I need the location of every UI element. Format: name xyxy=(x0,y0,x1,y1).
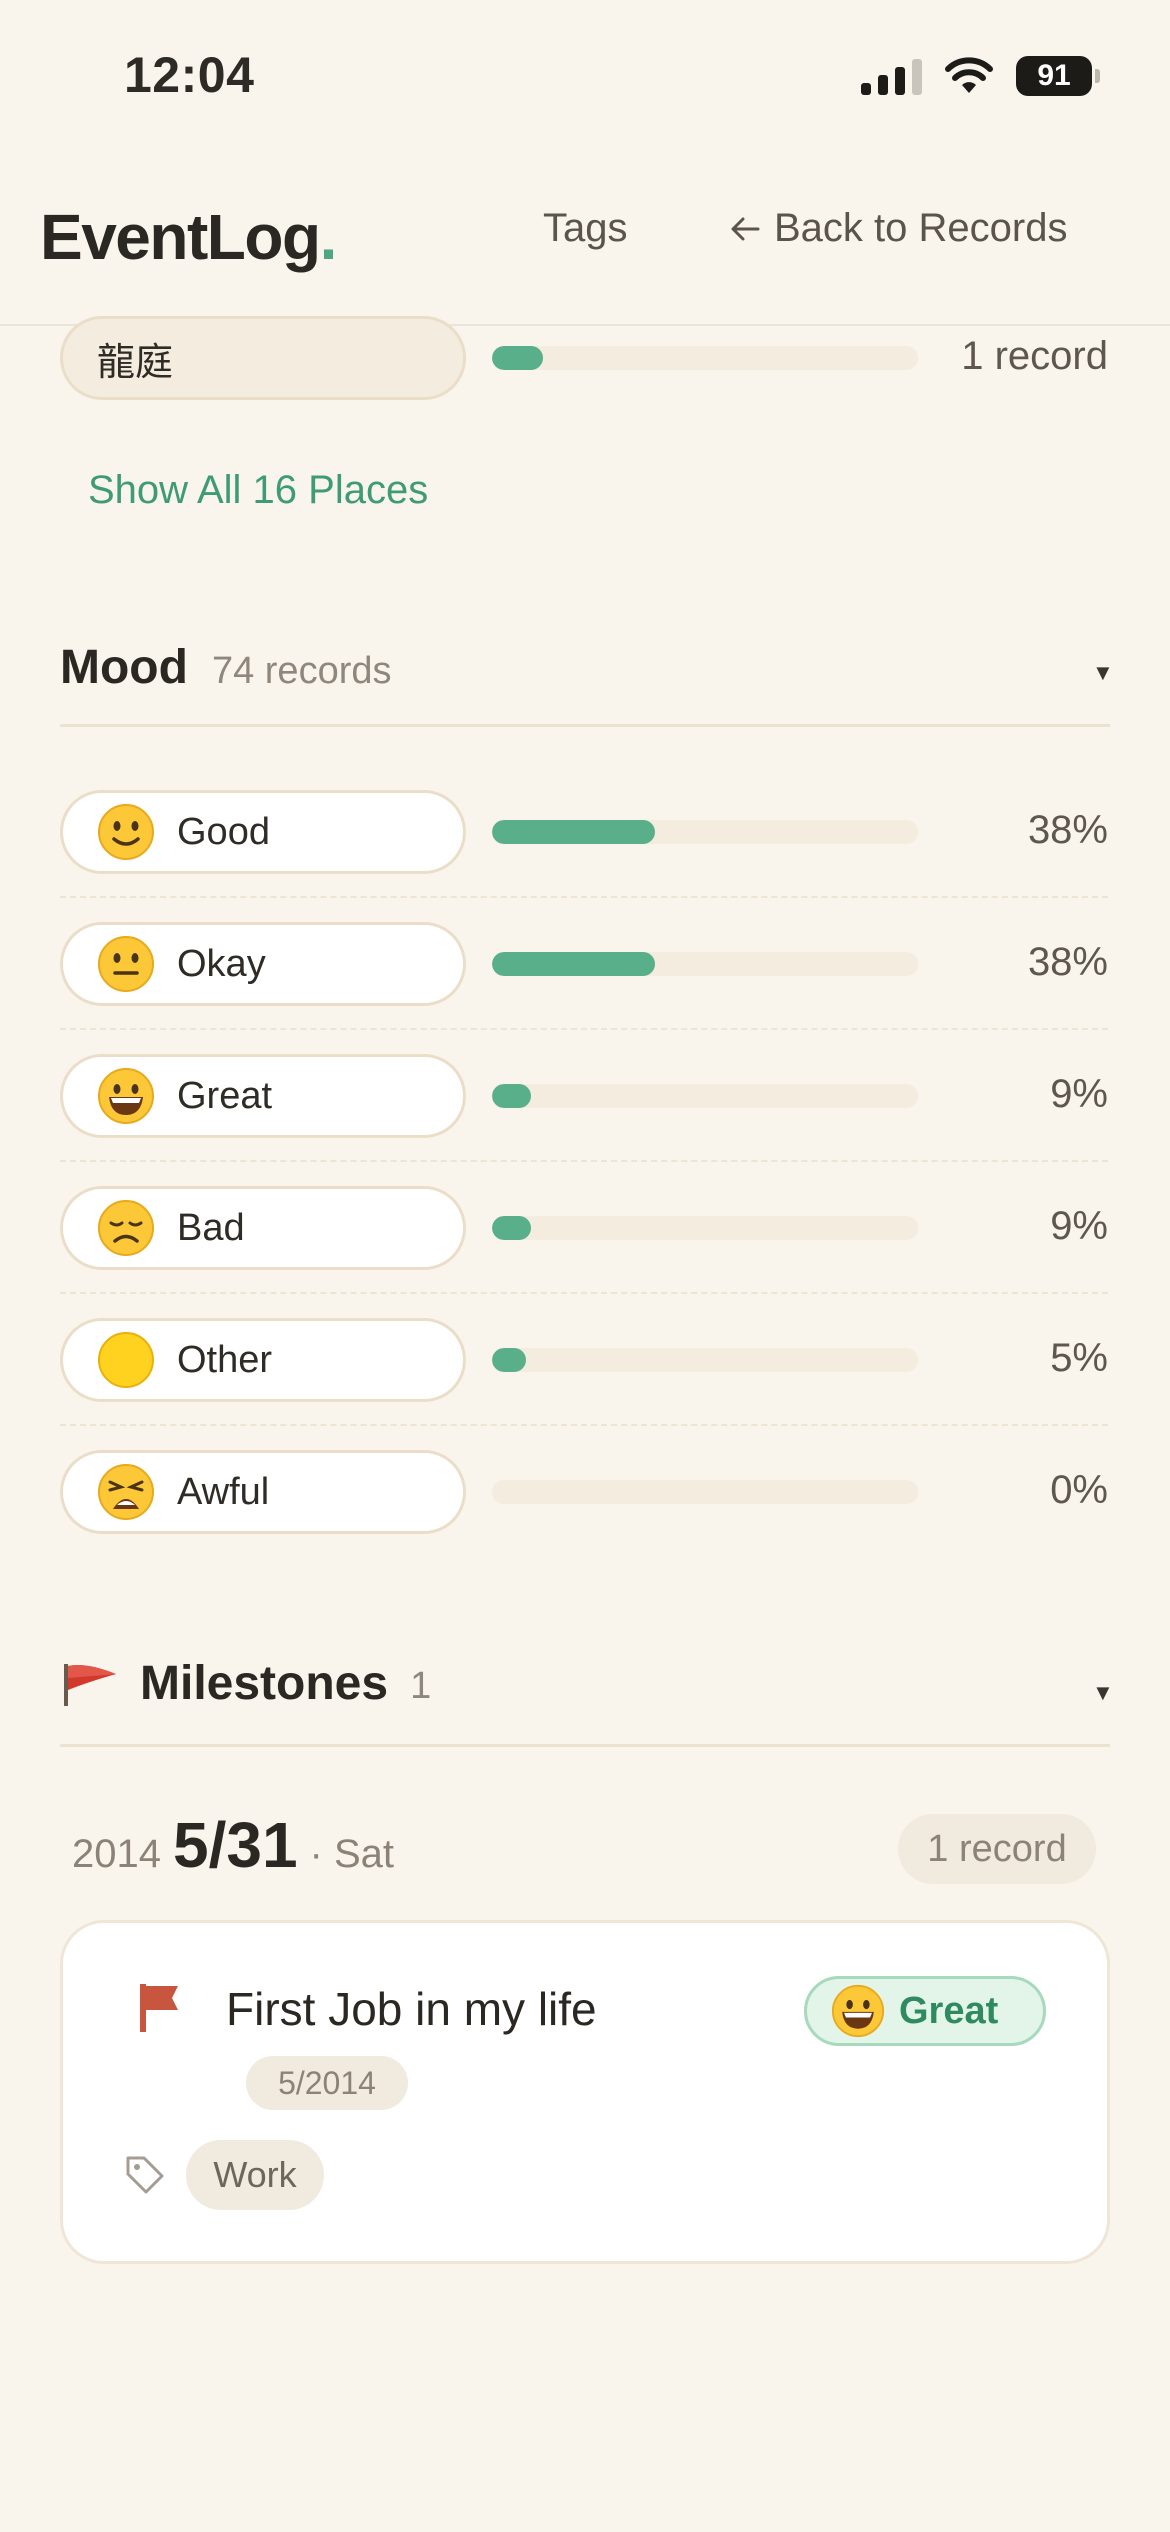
milestones-title: Milestones xyxy=(140,1657,389,1710)
mood-item-bad[interactable]: Bad xyxy=(60,1186,466,1270)
milestone-record-count-badge: 1 record xyxy=(898,1814,1096,1884)
mood-row-divider xyxy=(60,1424,1108,1426)
mood-bar-track xyxy=(492,952,918,976)
mood-item-value: 5% xyxy=(1050,1336,1108,1380)
cellular-signal-icon xyxy=(861,57,922,95)
mood-bar-fill xyxy=(492,952,655,976)
mood-item-label: Okay xyxy=(177,942,266,985)
status-time: 12:04 xyxy=(124,47,255,103)
red-flag-icon xyxy=(64,1663,116,1706)
mood-divider xyxy=(60,724,1110,727)
status-icons: 91 xyxy=(861,56,1100,96)
milestones-count: 1 xyxy=(410,1665,432,1707)
mood-bar-track xyxy=(492,820,918,844)
mood-row-divider xyxy=(60,896,1108,898)
back-to-records-link[interactable]: Back to Records xyxy=(730,206,1067,251)
mood-bar-track xyxy=(492,1216,918,1240)
place-bar-track xyxy=(492,346,918,370)
mood-item-value: 38% xyxy=(1027,808,1108,852)
milestones-collapse-caret-icon[interactable]: ▼ xyxy=(1092,1680,1114,1706)
battery-icon: 91 xyxy=(1016,56,1100,96)
mood-bar-fill xyxy=(492,1348,527,1372)
mood-item-awful[interactable]: Awful xyxy=(60,1450,466,1534)
mood-bar-track xyxy=(492,1480,918,1504)
place-label: 龍庭 xyxy=(97,341,174,384)
flag-icon xyxy=(140,1984,178,2032)
place-value: 1 record xyxy=(961,334,1108,378)
milestone-year: 2014 xyxy=(72,1832,161,1876)
mood-bar-fill xyxy=(492,1216,531,1240)
mood-item-value: 38% xyxy=(1027,940,1108,984)
mood-item-okay[interactable]: Okay xyxy=(60,922,466,1006)
milestone-title: First Job in my life xyxy=(226,1983,597,2035)
app-logo[interactable]: EventLog. xyxy=(40,200,338,274)
mood-count: 74 records xyxy=(211,650,392,692)
milestones-section-header[interactable]: Milestones 1 xyxy=(60,1656,431,1711)
wifi-icon xyxy=(945,57,993,93)
tag-icon xyxy=(126,2156,164,2194)
mood-item-value: 9% xyxy=(1050,1072,1108,1116)
mood-row-divider xyxy=(60,1160,1108,1162)
mood-item-label: Awful xyxy=(177,1470,270,1513)
grinning-face-icon xyxy=(831,1984,885,2038)
milestone-date-heading: 2014 5/31 · Sat xyxy=(72,1808,394,1882)
mood-item-value: 9% xyxy=(1050,1204,1108,1248)
mood-section-header[interactable]: Mood 74 records xyxy=(60,640,392,695)
milestone-weekday: · Sat xyxy=(309,1832,395,1876)
milestone-tag-chip[interactable]: Work xyxy=(186,2140,324,2210)
mood-item-label: Other xyxy=(177,1338,273,1381)
slightly-smiling-face-icon xyxy=(98,804,154,860)
back-to-records-label: Back to Records xyxy=(774,206,1068,250)
show-all-places-link[interactable]: Show All 16 Places xyxy=(88,468,428,513)
milestone-mood-chip: Great xyxy=(804,1976,1046,2046)
logo-dot: . xyxy=(319,201,338,273)
mood-item-great[interactable]: Great xyxy=(60,1054,466,1138)
mood-item-label: Bad xyxy=(177,1206,245,1249)
grinning-face-icon xyxy=(98,1068,154,1124)
milestone-mood-label: Great xyxy=(899,1989,999,2032)
mood-collapse-caret-icon[interactable]: ▼ xyxy=(1092,660,1114,686)
mood-item-value: 0% xyxy=(1050,1468,1108,1512)
mood-row-divider xyxy=(60,1028,1108,1030)
mood-item-other[interactable]: Other xyxy=(60,1318,466,1402)
mood-title: Mood xyxy=(60,641,188,694)
arrow-left-icon xyxy=(731,217,760,240)
mood-bar-fill xyxy=(492,1084,531,1108)
mood-row-divider xyxy=(60,1292,1108,1294)
mood-bar-track xyxy=(492,1084,918,1108)
mood-item-label: Great xyxy=(177,1074,273,1117)
milestone-date: 5/31 xyxy=(172,1809,298,1881)
milestone-card[interactable] xyxy=(60,1920,1110,2264)
neutral-face-icon xyxy=(98,936,154,992)
logo-text: EventLog xyxy=(40,201,321,273)
milestones-divider xyxy=(60,1744,1110,1747)
place-item[interactable]: 龍庭 xyxy=(60,316,466,400)
mood-item-good[interactable]: Good xyxy=(60,790,466,874)
disappointed-face-icon xyxy=(98,1200,154,1256)
mood-item-label: Good xyxy=(177,810,270,853)
nav-tags-link[interactable]: Tags xyxy=(543,206,628,251)
mood-bar-track xyxy=(492,1348,918,1372)
weary-face-icon xyxy=(98,1464,154,1520)
milestone-date-chip: 5/2014 xyxy=(246,2056,408,2110)
yellow-circle-icon xyxy=(98,1332,154,1388)
mood-bar-fill xyxy=(492,820,655,844)
place-bar-fill xyxy=(492,346,544,370)
